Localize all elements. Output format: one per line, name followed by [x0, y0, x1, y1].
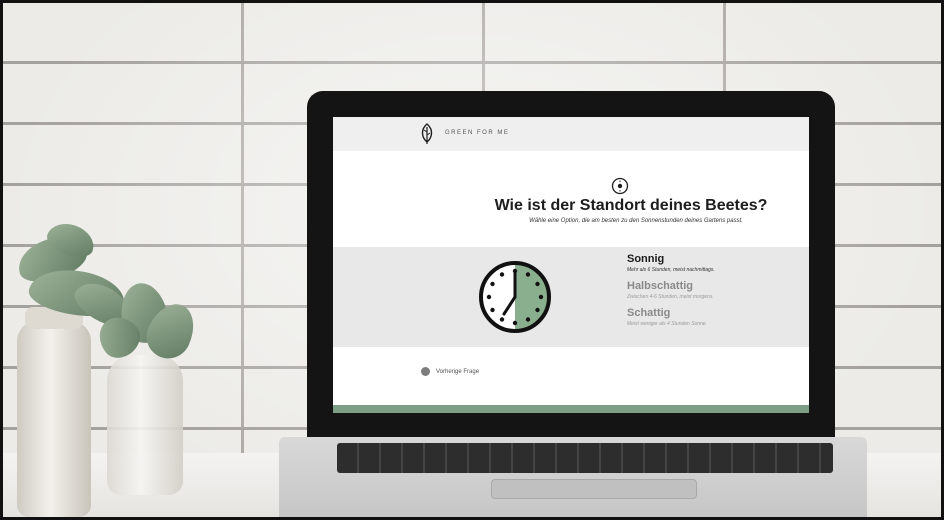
- question-subtitle: Wähle eine Option, die am besten zu den …: [529, 218, 743, 224]
- trackpad: [491, 479, 697, 499]
- option-schattig[interactable]: Schattig Meist weniger als 4 Stunden Son…: [627, 307, 797, 328]
- laptop-screen: GREEN FOR ME Wie ist der Standort deines…: [333, 117, 809, 413]
- option-halbschattig[interactable]: Halbschattig Zwischen 4-6 Stunden, meist…: [627, 280, 797, 301]
- top-bar: GREEN FOR ME: [333, 117, 809, 151]
- option-title: Halbschattig: [627, 280, 694, 292]
- previous-question-label: Vorherige Frage: [436, 368, 480, 375]
- photo-frame: GREEN FOR ME Wie ist der Standort deines…: [0, 0, 944, 520]
- option-description: Zwischen 4-6 Stunden, meist morgens.: [627, 294, 714, 300]
- clock-icon: [479, 261, 551, 333]
- option-title: Schattig: [627, 307, 671, 319]
- brand-name[interactable]: GREEN FOR ME: [445, 130, 509, 136]
- question-title: Wie ist der Standort deines Beetes?: [494, 197, 768, 214]
- progress-bar: [333, 405, 809, 413]
- leaf-icon[interactable]: [419, 123, 435, 145]
- option-description: Mehr als 6 Stunden, meist nachmittags.: [627, 267, 715, 273]
- option-title: Sonnig: [627, 253, 665, 265]
- progress-fill: [333, 405, 809, 413]
- vase-left: [17, 307, 91, 517]
- option-sonnig[interactable]: Sonnig Mehr als 6 Stunden, meist nachmit…: [627, 253, 797, 274]
- option-list: Sonnig Mehr als 6 Stunden, meist nachmit…: [627, 253, 797, 334]
- option-description: Meist weniger als 4 Stunden Sonne.: [627, 321, 708, 327]
- sun-badge-icon: [611, 177, 629, 195]
- vase-right: [107, 355, 183, 495]
- circle-back-icon: [421, 367, 430, 376]
- previous-question-button[interactable]: Vorherige Frage: [421, 367, 479, 376]
- keyboard: [337, 443, 833, 473]
